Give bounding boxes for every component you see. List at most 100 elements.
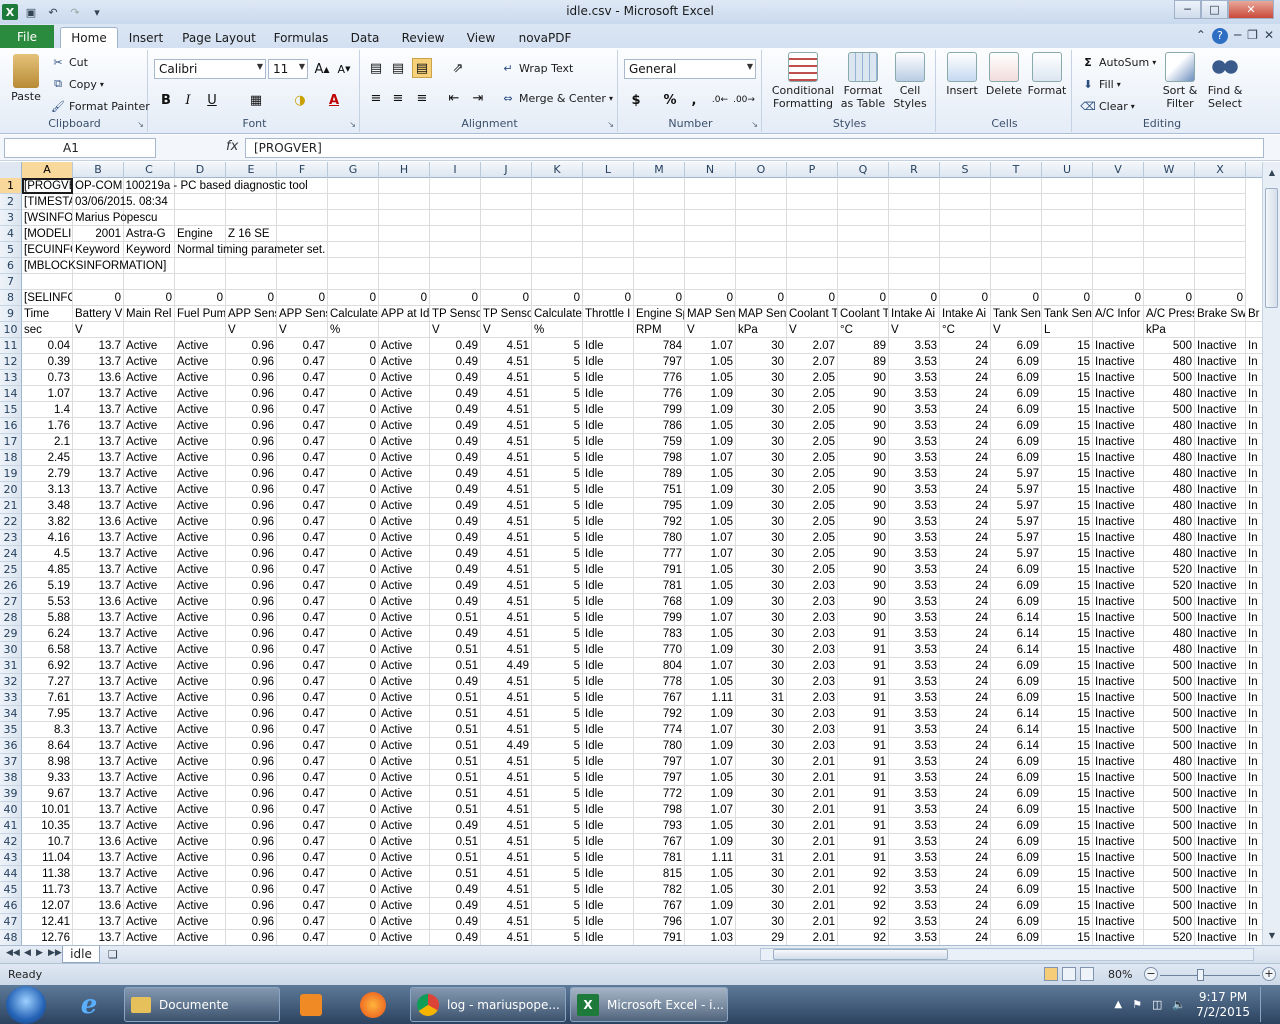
shrink-font-icon[interactable]: A ▼ [334, 59, 354, 79]
show-hidden-icons-icon[interactable]: ▲ [1114, 999, 1122, 1010]
cell[interactable]: 30 [736, 722, 787, 738]
cell[interactable]: 24 [940, 818, 991, 834]
row-header[interactable]: 30 [0, 642, 22, 658]
increase-decimal-icon[interactable]: .0← [710, 90, 730, 110]
cell[interactable]: 3.53 [889, 770, 940, 786]
cell[interactable]: Inactive [1195, 834, 1246, 850]
cell[interactable]: 0 [940, 290, 991, 306]
cell[interactable]: 4.51 [481, 850, 532, 866]
grow-font-icon[interactable]: A ▲ [312, 59, 332, 79]
cell[interactable]: 5.97 [991, 482, 1042, 498]
cell[interactable]: 500 [1144, 834, 1195, 850]
cell[interactable]: 30 [736, 498, 787, 514]
align-top-icon[interactable]: ▤ [366, 58, 386, 78]
cell[interactable]: 789 [634, 466, 685, 482]
cell[interactable]: 91 [838, 834, 889, 850]
cell[interactable]: 0.96 [226, 610, 277, 626]
cell[interactable]: 480 [1144, 354, 1195, 370]
cell[interactable]: 0 [124, 290, 175, 306]
cell[interactable]: Active [175, 850, 226, 866]
cell[interactable]: 7.95 [22, 706, 73, 722]
cell[interactable] [328, 226, 379, 242]
start-button[interactable] [6, 986, 46, 1024]
cell[interactable]: 0.96 [226, 514, 277, 530]
cell[interactable] [889, 194, 940, 210]
cell[interactable]: Engine Sp [634, 306, 685, 322]
cell[interactable]: 0 [889, 290, 940, 306]
row-header[interactable]: 36 [0, 738, 22, 754]
volume-icon[interactable]: 🔈 [1172, 998, 1186, 1011]
cell[interactable]: Idle [583, 498, 634, 514]
cell[interactable]: 0.49 [430, 402, 481, 418]
cell[interactable]: 2.03 [787, 626, 838, 642]
cell[interactable]: 24 [940, 402, 991, 418]
cell[interactable]: Idle [583, 722, 634, 738]
cell[interactable] [787, 242, 838, 258]
cell[interactable]: 0.49 [430, 466, 481, 482]
cell[interactable]: 92 [838, 898, 889, 914]
cell[interactable]: 0 [328, 674, 379, 690]
cell[interactable]: 4.51 [481, 882, 532, 898]
cell[interactable]: Active [175, 594, 226, 610]
cell[interactable]: 2.05 [787, 482, 838, 498]
cell[interactable]: 0 [532, 290, 583, 306]
cell[interactable]: 13.7 [73, 610, 124, 626]
cell[interactable]: 0.51 [430, 802, 481, 818]
cell[interactable]: Inactive [1093, 578, 1144, 594]
cell[interactable]: 15 [1042, 802, 1093, 818]
cell[interactable]: Idle [583, 770, 634, 786]
cell[interactable]: 5 [532, 338, 583, 354]
cell[interactable]: Active [124, 626, 175, 642]
tab-data[interactable]: Data [344, 27, 386, 48]
cell[interactable]: 2.45 [22, 450, 73, 466]
cell[interactable]: Inactive [1195, 514, 1246, 530]
cell[interactable]: 2.01 [787, 786, 838, 802]
cell[interactable]: 91 [838, 850, 889, 866]
cell[interactable]: 3.53 [889, 930, 940, 945]
cell[interactable]: 0 [430, 290, 481, 306]
cell[interactable]: 4.51 [481, 818, 532, 834]
cell[interactable]: 6.14 [991, 706, 1042, 722]
cell[interactable]: Active [379, 610, 430, 626]
cell[interactable]: 15 [1042, 626, 1093, 642]
cell[interactable]: 30 [736, 834, 787, 850]
cell[interactable]: Inactive [1195, 530, 1246, 546]
cell[interactable]: 13.7 [73, 546, 124, 562]
cell[interactable]: 6.58 [22, 642, 73, 658]
align-center-icon[interactable]: ≡ [388, 88, 408, 108]
cell[interactable] [685, 258, 736, 274]
cell[interactable]: 0 [838, 290, 889, 306]
cell[interactable]: Active [124, 786, 175, 802]
cell[interactable]: Inactive [1093, 514, 1144, 530]
cell[interactable] [1042, 226, 1093, 242]
cell[interactable] [736, 258, 787, 274]
column-header[interactable]: O [736, 162, 787, 178]
cell[interactable] [889, 258, 940, 274]
cell[interactable]: 1.07 [685, 530, 736, 546]
cell[interactable]: 13.7 [73, 674, 124, 690]
cell[interactable]: Inactive [1195, 818, 1246, 834]
minimize-ribbon-icon[interactable]: ⌃ [1196, 28, 1206, 44]
cell[interactable] [73, 274, 124, 290]
cell[interactable]: 1.09 [685, 434, 736, 450]
clipboard-dialog-launcher-icon[interactable]: ↘ [137, 120, 144, 129]
cell[interactable]: 0.49 [430, 354, 481, 370]
cell[interactable]: Idle [583, 834, 634, 850]
cell[interactable]: 30 [736, 402, 787, 418]
cell[interactable]: 0.96 [226, 866, 277, 882]
cell[interactable] [1144, 178, 1195, 194]
cell[interactable]: Inactive [1195, 626, 1246, 642]
cell[interactable]: 90 [838, 386, 889, 402]
cell[interactable]: 0.51 [430, 866, 481, 882]
cell[interactable]: Active [124, 882, 175, 898]
cell[interactable]: 15 [1042, 882, 1093, 898]
cell[interactable]: Coolant T [838, 306, 889, 322]
cell[interactable]: 30 [736, 450, 787, 466]
cell[interactable]: Active [124, 546, 175, 562]
cell[interactable]: Inactive [1093, 690, 1144, 706]
cell[interactable]: 6.09 [991, 658, 1042, 674]
cell[interactable]: 2.05 [787, 546, 838, 562]
cell[interactable]: 5 [532, 354, 583, 370]
cell[interactable]: 24 [940, 418, 991, 434]
cell[interactable]: 0 [328, 882, 379, 898]
